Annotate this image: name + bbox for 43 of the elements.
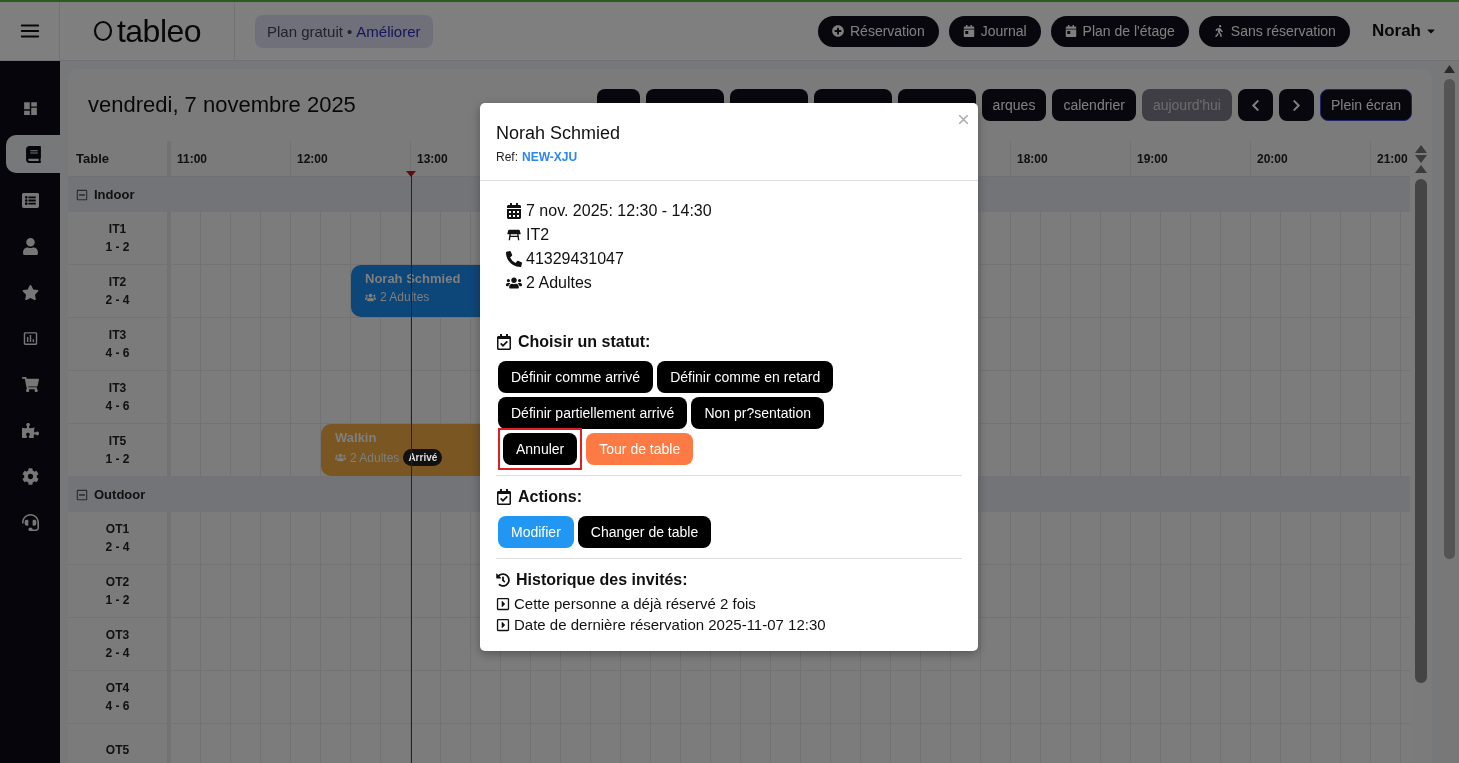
logo-text: tableo bbox=[116, 12, 202, 50]
table-seats: 1 - 2 bbox=[105, 591, 130, 609]
table-seats: 1 - 2 bbox=[105, 238, 130, 256]
history-text: Cette personne a déjà réservé 2 fois bbox=[514, 595, 756, 612]
hour-label: 20:00 bbox=[1250, 141, 1370, 176]
table-name: OT1 bbox=[105, 521, 130, 538]
detail-text: IT2 bbox=[526, 226, 550, 244]
plan-text: Plan gratuit • bbox=[267, 22, 353, 40]
hour-label: 19:00 bbox=[1130, 141, 1250, 176]
table-name: IT3 bbox=[108, 327, 127, 344]
history-text: Date de dernière réservation 2025-11-07 12:30 bbox=[514, 616, 826, 633]
table-name: OT5 bbox=[105, 742, 130, 759]
dialog-title: Norah Schmied bbox=[496, 123, 622, 144]
section-title: Choisir un statut: bbox=[518, 333, 651, 351]
table-name: OT2 bbox=[105, 574, 130, 591]
detail-text: 41329431047 bbox=[526, 250, 624, 268]
detail-text: 2 Adultes bbox=[526, 274, 592, 292]
table-seats: 2 - 4 bbox=[105, 291, 130, 309]
table-seats: 4 - 6 bbox=[105, 344, 130, 362]
hour-label: 18:00 bbox=[1010, 141, 1130, 176]
reservation-guests: 2 Adultes bbox=[350, 450, 400, 465]
hour-label: 12:00 bbox=[290, 141, 410, 176]
table-seats: 2 - 4 bbox=[105, 644, 130, 662]
table-seats: 1 - 2 bbox=[105, 450, 130, 468]
date-title: vendredi, 7 novembre 2025 bbox=[88, 92, 356, 118]
group-name: Indoor bbox=[94, 187, 135, 202]
table-name: IT3 bbox=[108, 380, 127, 397]
group-name: Outdoor bbox=[94, 487, 146, 502]
hour-label: 11:00 bbox=[170, 141, 290, 176]
section-title: Historique des invités: bbox=[516, 571, 688, 589]
table-name: OT4 bbox=[105, 680, 130, 697]
status-badge: Arrivé bbox=[403, 449, 443, 466]
table-seats: 4 - 6 bbox=[105, 397, 130, 415]
detail-text: 7 nov. 2025: 12:30 - 14:30 bbox=[526, 202, 712, 220]
table-seats: 4 - 6 bbox=[105, 697, 130, 715]
ref-label: Ref: bbox=[496, 150, 518, 164]
table-name: IT5 bbox=[108, 433, 127, 450]
section-title: Actions: bbox=[518, 488, 582, 506]
reservation-name: Walkin bbox=[335, 430, 377, 445]
table-name: OT3 bbox=[105, 627, 130, 644]
table-name: IT2 bbox=[108, 274, 127, 291]
table-seats: 2 - 4 bbox=[105, 538, 130, 556]
table-name: IT1 bbox=[108, 221, 127, 238]
